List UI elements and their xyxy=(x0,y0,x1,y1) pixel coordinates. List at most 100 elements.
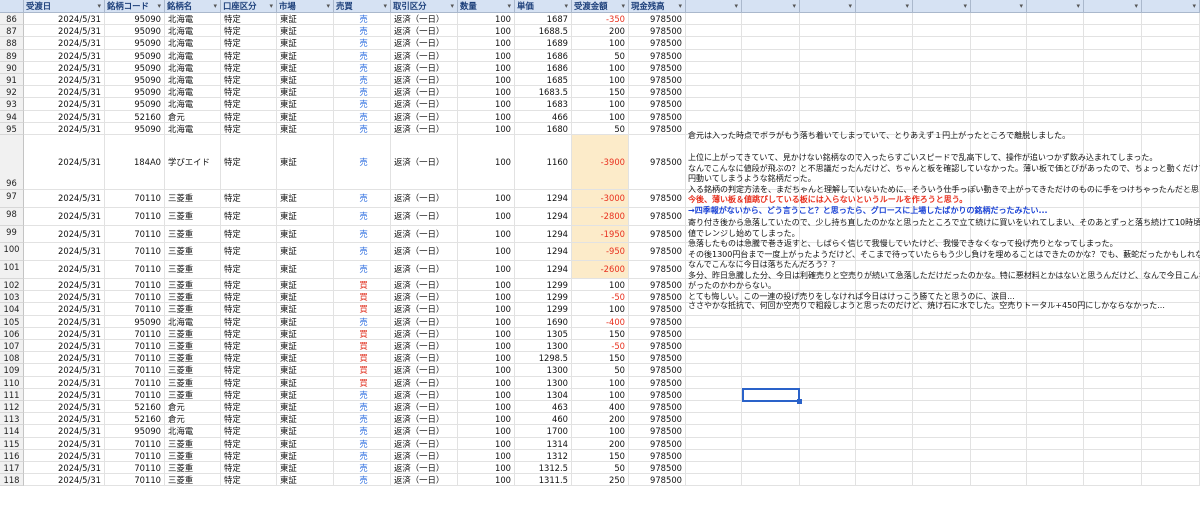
table-cell[interactable]: 三菱重 xyxy=(165,207,221,226)
table-cell[interactable]: 倉元 xyxy=(165,413,221,426)
table-cell[interactable]: -1950 xyxy=(572,225,629,244)
empty-cell[interactable] xyxy=(1027,61,1084,74)
table-cell[interactable]: 70110 xyxy=(105,303,165,316)
table-cell[interactable]: 100 xyxy=(572,110,629,123)
table-cell[interactable]: 東証 xyxy=(277,190,334,208)
table-cell[interactable]: 2024/5/31 xyxy=(24,61,105,74)
table-cell[interactable]: 1314 xyxy=(515,437,572,450)
table-cell[interactable]: 買 xyxy=(334,291,391,304)
table-cell[interactable]: -3000 xyxy=(572,190,629,208)
empty-cell[interactable] xyxy=(686,352,742,365)
empty-cell[interactable] xyxy=(1027,25,1084,38)
empty-cell[interactable] xyxy=(800,413,856,426)
table-cell[interactable]: 売 xyxy=(334,61,391,74)
table-cell[interactable]: 978500 xyxy=(629,190,686,208)
empty-cell[interactable] xyxy=(686,49,742,62)
table-cell[interactable]: -2800 xyxy=(572,207,629,226)
table-cell[interactable]: 売 xyxy=(334,86,391,99)
table-cell[interactable]: 返済（一日） xyxy=(391,122,458,135)
table-cell[interactable]: 2024/5/31 xyxy=(24,340,105,353)
empty-cell[interactable] xyxy=(686,462,742,475)
empty-cell[interactable] xyxy=(913,315,971,328)
table-cell[interactable]: 三菱重 xyxy=(165,474,221,487)
table-cell[interactable]: 2024/5/31 xyxy=(24,303,105,316)
table-cell[interactable]: 150 xyxy=(572,327,629,340)
empty-cell[interactable] xyxy=(913,376,971,389)
row-number[interactable]: 93 xyxy=(0,98,24,111)
empty-cell[interactable] xyxy=(742,425,800,438)
table-cell[interactable]: 1300 xyxy=(515,376,572,389)
empty-cell[interactable] xyxy=(856,388,913,401)
empty-cell[interactable] xyxy=(1142,13,1200,26)
empty-cell[interactable] xyxy=(856,425,913,438)
table-cell[interactable]: 特定 xyxy=(221,352,277,365)
table-cell[interactable]: 100 xyxy=(572,388,629,401)
empty-cell[interactable] xyxy=(800,449,856,462)
empty-cell[interactable] xyxy=(1084,352,1142,365)
table-cell[interactable]: 1294 xyxy=(515,225,572,244)
empty-cell[interactable] xyxy=(742,13,800,26)
table-cell[interactable]: 売 xyxy=(334,25,391,38)
table-cell[interactable]: 買 xyxy=(334,303,391,316)
empty-cell[interactable] xyxy=(856,449,913,462)
table-cell[interactable]: 北海電 xyxy=(165,61,221,74)
empty-cell[interactable] xyxy=(1142,49,1200,62)
row-number[interactable]: 113 xyxy=(0,413,24,426)
table-cell[interactable]: 特定 xyxy=(221,190,277,208)
table-cell[interactable]: 100 xyxy=(572,425,629,438)
empty-cell[interactable] xyxy=(971,110,1027,123)
empty-cell[interactable] xyxy=(971,340,1027,353)
empty-cell[interactable] xyxy=(800,86,856,99)
empty-cell[interactable] xyxy=(800,340,856,353)
table-cell[interactable]: 東証 xyxy=(277,122,334,135)
empty-cell[interactable] xyxy=(913,340,971,353)
table-cell[interactable]: 三菱重 xyxy=(165,340,221,353)
table-cell[interactable]: 95090 xyxy=(105,13,165,26)
column-header[interactable]: 受渡金額 ▾ xyxy=(572,0,629,13)
empty-cell[interactable] xyxy=(1084,37,1142,50)
empty-cell[interactable] xyxy=(1142,122,1200,135)
table-cell[interactable]: 特定 xyxy=(221,74,277,87)
table-cell[interactable]: 978500 xyxy=(629,352,686,365)
table-cell[interactable]: 70110 xyxy=(105,261,165,279)
table-cell[interactable]: 1294 xyxy=(515,243,572,262)
empty-cell[interactable] xyxy=(1142,449,1200,462)
table-cell[interactable]: 売 xyxy=(334,49,391,62)
table-cell[interactable]: 東証 xyxy=(277,225,334,244)
fill-handle[interactable] xyxy=(797,399,802,404)
table-cell[interactable]: 200 xyxy=(572,437,629,450)
table-cell[interactable]: 978500 xyxy=(629,413,686,426)
empty-cell[interactable] xyxy=(913,352,971,365)
row-number[interactable]: 115 xyxy=(0,437,24,450)
empty-cell[interactable] xyxy=(971,37,1027,50)
table-cell[interactable]: 売 xyxy=(334,98,391,111)
column-header[interactable]: 口座区分 ▾ xyxy=(221,0,277,13)
table-cell[interactable]: 東証 xyxy=(277,340,334,353)
empty-cell[interactable] xyxy=(971,327,1027,340)
table-cell[interactable]: 三菱重 xyxy=(165,327,221,340)
table-cell[interactable]: 返済（一日） xyxy=(391,110,458,123)
table-cell[interactable]: 1160 xyxy=(515,135,572,190)
table-cell[interactable]: 買 xyxy=(334,352,391,365)
table-cell[interactable]: 978500 xyxy=(629,388,686,401)
empty-cell[interactable] xyxy=(800,49,856,62)
table-cell[interactable]: 返済（一日） xyxy=(391,61,458,74)
empty-cell[interactable] xyxy=(1142,425,1200,438)
empty-cell[interactable] xyxy=(913,49,971,62)
column-header[interactable]: 数量 ▾ xyxy=(458,0,515,13)
empty-cell[interactable] xyxy=(686,86,742,99)
empty-cell[interactable] xyxy=(1027,376,1084,389)
empty-cell[interactable] xyxy=(1027,449,1084,462)
empty-cell[interactable] xyxy=(1027,462,1084,475)
table-cell[interactable]: 東証 xyxy=(277,474,334,487)
table-cell[interactable]: 売 xyxy=(334,437,391,450)
table-cell[interactable]: 70110 xyxy=(105,474,165,487)
table-cell[interactable]: 2024/5/31 xyxy=(24,388,105,401)
table-cell[interactable]: -400 xyxy=(572,315,629,328)
empty-cell[interactable] xyxy=(1142,340,1200,353)
table-cell[interactable]: 三菱重 xyxy=(165,243,221,262)
empty-cell[interactable] xyxy=(800,110,856,123)
table-cell[interactable]: 1299 xyxy=(515,279,572,292)
table-cell[interactable]: 返済（一日） xyxy=(391,279,458,292)
table-cell[interactable]: 2024/5/31 xyxy=(24,376,105,389)
